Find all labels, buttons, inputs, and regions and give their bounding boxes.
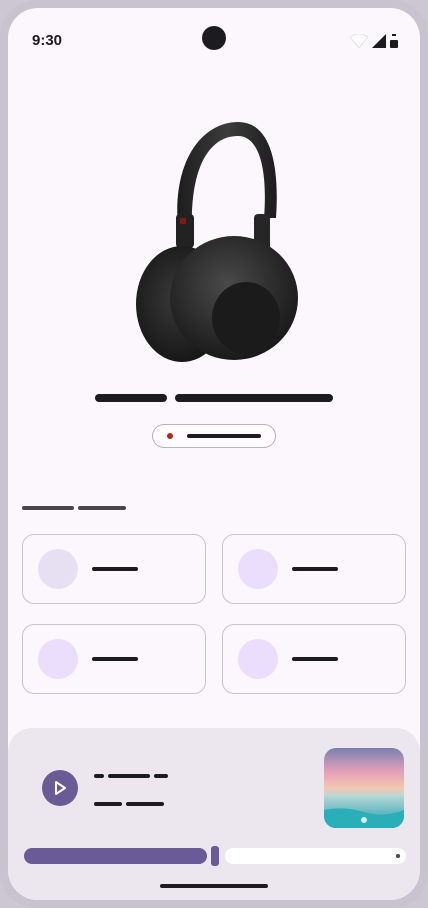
status-bar: 9:30 xyxy=(8,8,420,56)
product-title xyxy=(95,394,333,402)
play-button[interactable] xyxy=(42,770,78,806)
section-word xyxy=(78,506,126,510)
device-frame: 9:30 xyxy=(0,0,428,908)
setting-card[interactable] xyxy=(22,624,206,694)
play-icon xyxy=(55,781,66,795)
track-title-word xyxy=(108,774,150,778)
progress-remaining xyxy=(225,848,406,864)
card-label xyxy=(92,657,138,661)
card-icon xyxy=(238,549,278,589)
track-artist-word xyxy=(94,802,122,806)
wifi-icon xyxy=(350,34,368,48)
status-dot xyxy=(167,433,173,439)
media-player xyxy=(8,728,420,900)
status-time: 9:30 xyxy=(32,32,63,49)
setting-card[interactable] xyxy=(22,534,206,604)
card-icon xyxy=(38,549,78,589)
battery-icon xyxy=(390,34,398,48)
progress-end-dot xyxy=(396,854,400,858)
track-title-word xyxy=(94,774,104,778)
card-icon xyxy=(38,639,78,679)
home-indicator[interactable] xyxy=(160,884,268,888)
album-art[interactable] xyxy=(324,748,404,828)
connection-status-chip[interactable] xyxy=(152,424,276,448)
camera-cutout xyxy=(202,26,226,50)
screen: 9:30 xyxy=(8,8,420,900)
card-label xyxy=(292,567,338,571)
card-label xyxy=(292,657,338,661)
progress-fill xyxy=(24,848,207,864)
progress-slider[interactable] xyxy=(24,846,406,866)
title-word xyxy=(95,394,167,402)
headphones-image xyxy=(134,118,300,369)
chip-label xyxy=(187,434,261,438)
track-title-word xyxy=(154,774,168,778)
setting-card[interactable] xyxy=(222,534,406,604)
status-icons xyxy=(350,34,398,48)
signal-icon xyxy=(372,34,386,48)
title-word xyxy=(175,394,333,402)
card-icon xyxy=(238,639,278,679)
setting-card[interactable] xyxy=(222,624,406,694)
section-header xyxy=(22,506,126,510)
progress-handle[interactable] xyxy=(211,846,219,866)
card-label xyxy=(92,567,138,571)
section-word xyxy=(22,506,74,510)
track-artist-word xyxy=(126,802,164,806)
